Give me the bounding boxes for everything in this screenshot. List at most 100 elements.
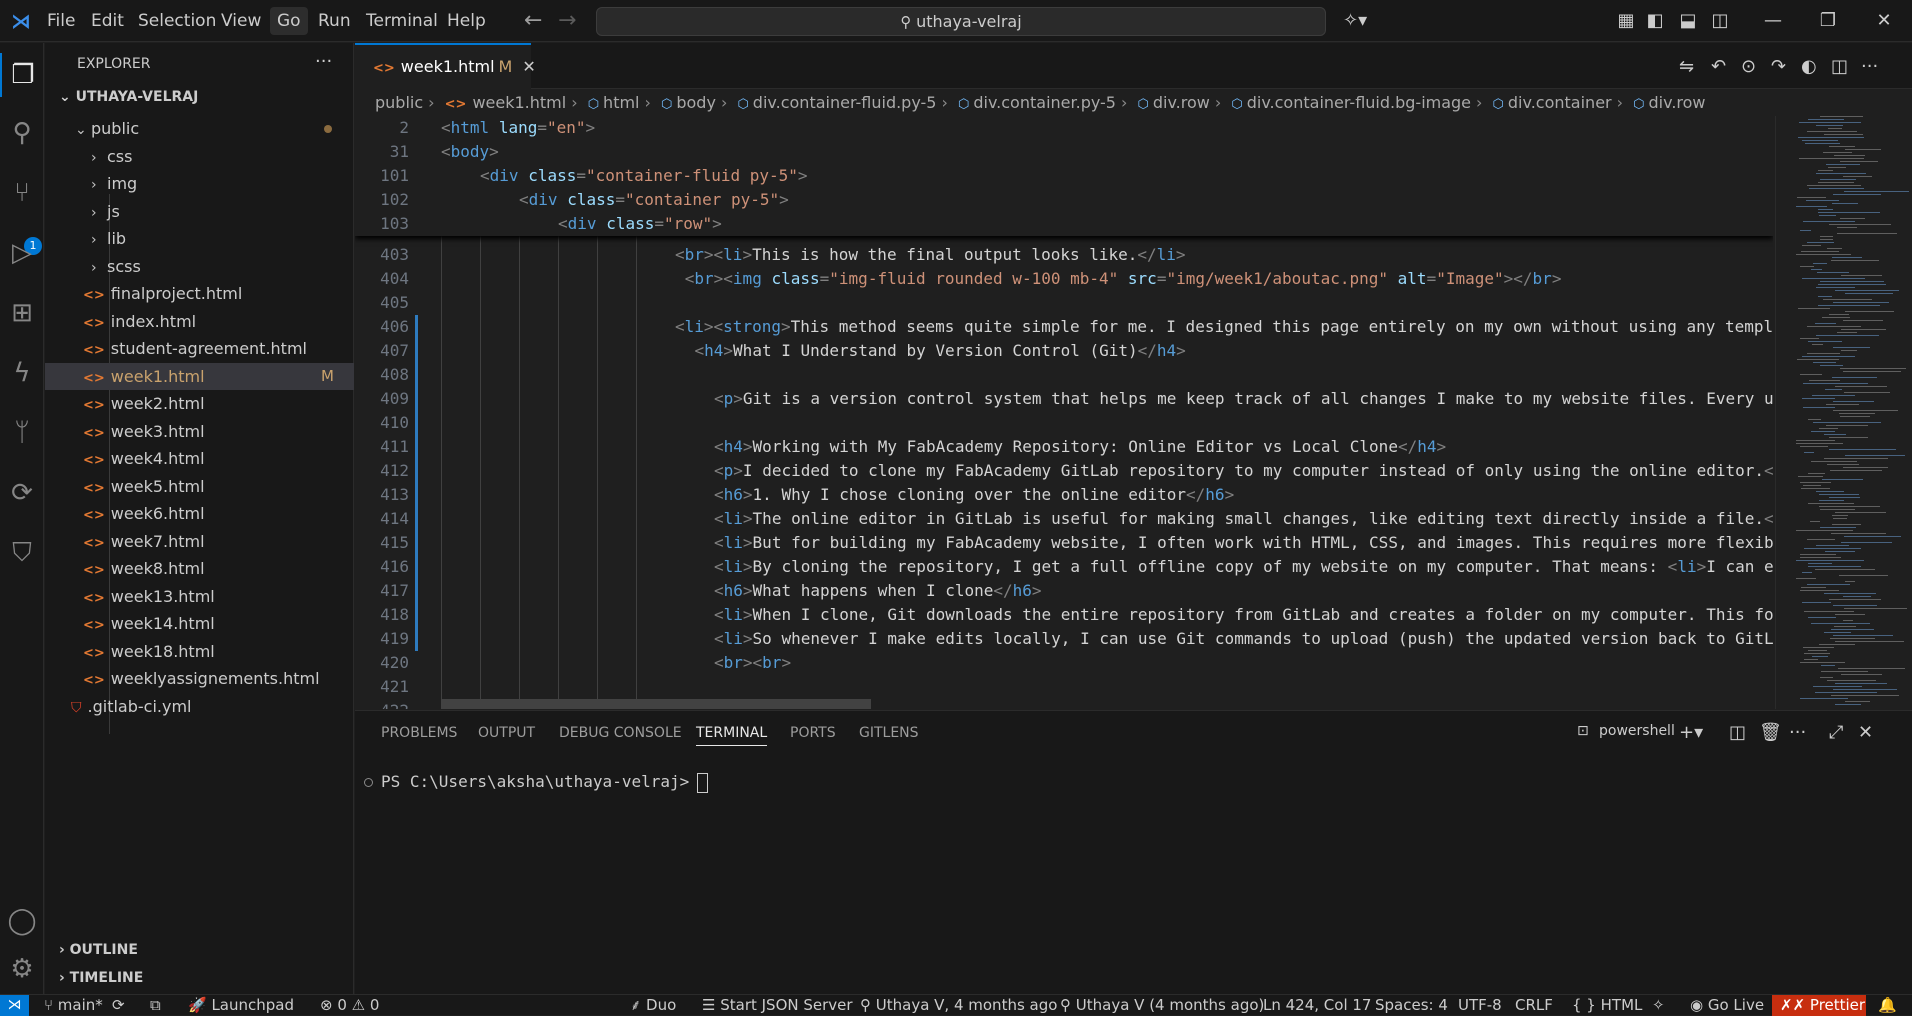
terminal-shell-name[interactable]: powershell xyxy=(1599,723,1675,739)
explorer-icon[interactable]: ❐ xyxy=(0,53,44,97)
copilot-status-icon[interactable]: ✧ xyxy=(1652,995,1665,1016)
source-control-icon[interactable]: ⑂ xyxy=(0,171,44,215)
blame-line-status[interactable]: ⚲ Uthaya V (4 months ago) xyxy=(1060,995,1264,1016)
line-endings[interactable]: CRLF xyxy=(1515,995,1553,1016)
open-changes-icon[interactable]: ⊙ xyxy=(1741,56,1756,77)
file-item[interactable]: <> week2.html xyxy=(45,390,354,417)
folder-css[interactable]: › css xyxy=(45,143,354,170)
gitlens-icon[interactable]: ᛘ xyxy=(0,411,44,455)
panel-more-icon[interactable]: ··· xyxy=(1789,722,1806,743)
file-item[interactable]: <> week13.html xyxy=(45,583,354,610)
prettier-status[interactable]: ✗✗ Prettier xyxy=(1772,995,1866,1016)
folder-public[interactable]: ⌄ public xyxy=(45,115,354,142)
toggle-primary-sidebar-icon[interactable]: ◧ xyxy=(1644,10,1666,32)
outline-section[interactable]: › OUTLINE xyxy=(59,942,138,958)
minimap[interactable] xyxy=(1775,116,1912,709)
copilot-icon[interactable]: ✧▾ xyxy=(1343,10,1367,32)
back-arrow-icon[interactable]: ← xyxy=(524,8,542,33)
file-item[interactable]: <> student-agreement.html xyxy=(45,335,354,362)
file-item[interactable]: <> index.html xyxy=(45,308,354,335)
problems-status[interactable]: ⊗ 0 ⚠ 0 xyxy=(320,995,379,1016)
manage-gear-icon[interactable]: ⚙ xyxy=(0,947,44,991)
menu-file[interactable]: File xyxy=(40,7,82,35)
folder-js[interactable]: › js xyxy=(45,198,354,225)
menu-run[interactable]: Run xyxy=(311,7,358,35)
folder-lib[interactable]: › lib xyxy=(45,225,354,252)
restore-icon[interactable]: ❐ xyxy=(1817,10,1839,32)
tab-problems[interactable]: PROBLEMS xyxy=(381,725,457,741)
encoding[interactable]: UTF-8 xyxy=(1458,995,1502,1016)
file-item[interactable]: <> week4.html xyxy=(45,445,354,472)
gitlab-icon[interactable]: ⛉ xyxy=(0,531,44,575)
tab-gitlens[interactable]: GITLENS xyxy=(859,725,919,741)
file-item[interactable]: <> week14.html xyxy=(45,610,354,637)
thunder-client-icon[interactable]: ϟ xyxy=(0,351,44,395)
workspace-root[interactable]: ⌄ UTHAYA-VELRAJ xyxy=(59,89,198,105)
json-server-status[interactable]: ☰ Start JSON Server xyxy=(702,995,853,1016)
folder-scss[interactable]: › scss xyxy=(45,253,354,280)
file-item[interactable]: <> finalproject.html xyxy=(45,280,354,307)
file-item[interactable]: <> week18.html xyxy=(45,638,354,665)
file-item[interactable]: <> week3.html xyxy=(45,418,354,445)
maximize-panel-icon[interactable]: ⤢ xyxy=(1829,722,1843,743)
open-next-change-icon[interactable]: ↷ xyxy=(1771,56,1786,77)
language-mode[interactable]: { } HTML xyxy=(1572,995,1642,1016)
launchpad-status[interactable]: 🚀 Launchpad xyxy=(188,995,294,1016)
more-actions-icon[interactable]: ··· xyxy=(315,51,332,72)
split-editor-icon[interactable]: ◫ xyxy=(1831,56,1848,77)
new-terminal-icon[interactable]: +▾ xyxy=(1679,722,1703,743)
breadcrumb-item[interactable]: public xyxy=(375,93,423,112)
file-item[interactable]: <> weeklyassignements.html xyxy=(45,665,354,692)
file-item[interactable]: <> week7.html xyxy=(45,528,354,555)
breadcrumb-item[interactable]: div.container.py-5 xyxy=(973,93,1116,112)
folder-img[interactable]: › img xyxy=(45,170,354,197)
forward-arrow-icon[interactable]: → xyxy=(558,8,576,33)
file-item-selected[interactable]: <> week1.html M xyxy=(45,363,354,390)
tab-ports[interactable]: PORTS xyxy=(790,725,836,741)
menu-view[interactable]: View xyxy=(214,7,268,35)
command-center-search[interactable]: ⚲ uthaya-velraj xyxy=(596,7,1326,36)
toggle-panel-icon[interactable]: ⬓ xyxy=(1677,10,1699,32)
editor-more-icon[interactable]: ··· xyxy=(1861,56,1878,77)
minimize-icon[interactable]: — xyxy=(1762,10,1784,32)
close-panel-icon[interactable]: ✕ xyxy=(1858,722,1873,743)
breadcrumb-item[interactable]: div.container-fluid.py-5 xyxy=(753,93,937,112)
breadcrumb-item[interactable]: html xyxy=(603,93,639,112)
terminal-prompt[interactable]: PS C:\Users\aksha\uthaya-velraj> xyxy=(381,772,709,793)
tab-terminal[interactable]: TERMINAL xyxy=(696,725,768,746)
menu-terminal[interactable]: Terminal xyxy=(359,7,445,35)
gitlens-inspect-icon[interactable]: ◐ xyxy=(1801,56,1817,77)
file-item[interactable]: <> week5.html xyxy=(45,473,354,500)
open-previous-change-icon[interactable]: ↶ xyxy=(1711,56,1726,77)
menu-edit[interactable]: Edit xyxy=(84,7,131,35)
graph-icon[interactable]: ⧉ xyxy=(150,995,161,1016)
tab-debug-console[interactable]: DEBUG CONSOLE xyxy=(559,725,682,741)
remote-explorer-icon[interactable]: ⟳ xyxy=(0,471,44,515)
remote-indicator-icon[interactable]: ⋊ xyxy=(0,995,29,1016)
breadcrumb-item[interactable]: div.container xyxy=(1508,93,1612,112)
branch-status[interactable]: ⑂ main* xyxy=(44,995,103,1016)
file-item[interactable]: ⛉ .gitlab-ci.yml xyxy=(45,693,354,720)
breadcrumb-item[interactable]: week1.html xyxy=(472,93,566,112)
search-view-icon[interactable]: ⚲ xyxy=(0,111,44,155)
notifications-bell-icon[interactable]: 🔔 xyxy=(1878,995,1897,1016)
timeline-section[interactable]: › TIMELINE xyxy=(59,970,143,986)
go-live-status[interactable]: ◉ Go Live xyxy=(1690,995,1764,1016)
menu-help[interactable]: Help xyxy=(440,7,493,35)
close-window-icon[interactable]: ✕ xyxy=(1873,10,1895,32)
run-debug-icon[interactable]: ▷ xyxy=(0,231,44,275)
split-terminal-icon[interactable]: ◫ xyxy=(1729,722,1746,743)
breadcrumb-item[interactable]: div.row xyxy=(1648,93,1705,112)
file-item[interactable]: <> week6.html xyxy=(45,500,354,527)
accounts-icon[interactable]: ◯ xyxy=(0,899,44,943)
breadcrumb-item[interactable]: body xyxy=(676,93,716,112)
cursor-position[interactable]: Ln 424, Col 17 xyxy=(1263,995,1371,1016)
menu-go[interactable]: Go xyxy=(270,7,308,35)
extensions-icon[interactable]: ⊞ xyxy=(0,291,44,335)
file-item[interactable]: <> week8.html xyxy=(45,555,354,582)
breadcrumb-item[interactable]: div.row xyxy=(1153,93,1210,112)
kill-terminal-icon[interactable]: 🗑 xyxy=(1759,722,1782,743)
tab-close-icon[interactable]: ✕ xyxy=(522,57,535,76)
toggle-secondary-sidebar-icon[interactable]: ◫ xyxy=(1709,10,1731,32)
blame-status[interactable]: ⚲ Uthaya V, 4 months ago xyxy=(860,995,1057,1016)
